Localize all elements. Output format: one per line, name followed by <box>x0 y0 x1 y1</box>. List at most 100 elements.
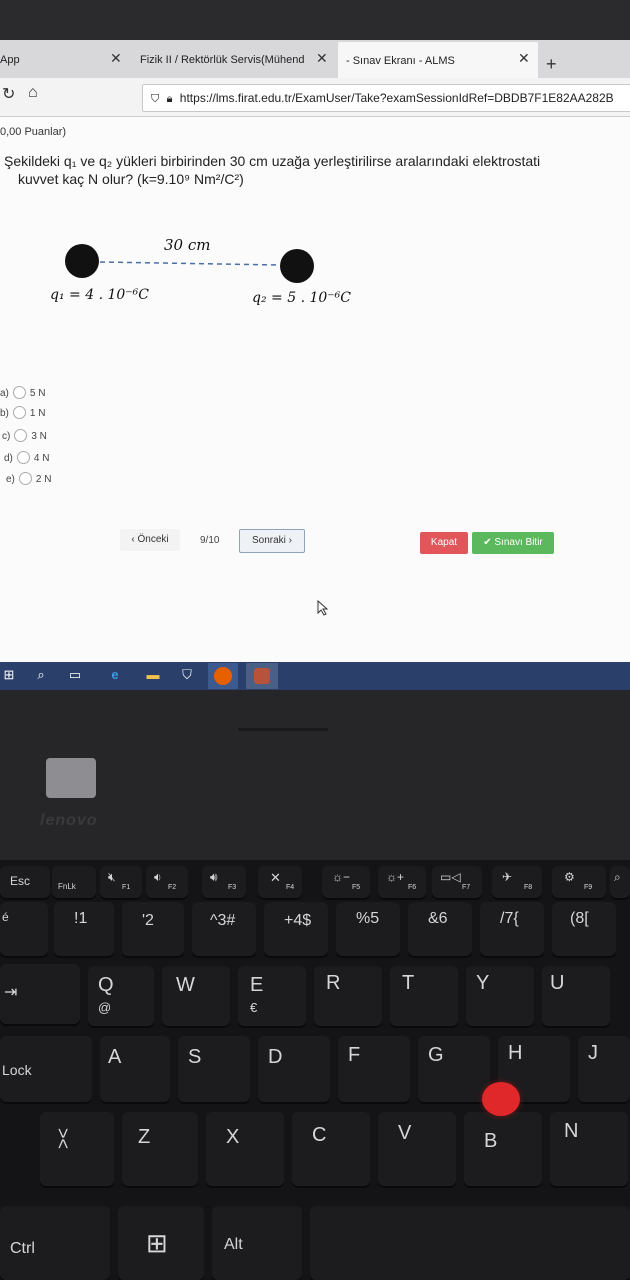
key-7[interactable]: /7{ <box>480 902 544 956</box>
tab-fizik[interactable]: Fizik II / Rektörlük Servis(Mühend <box>140 44 310 76</box>
fnlock-key[interactable]: FnLk <box>52 866 96 898</box>
app-taskbar-button[interactable] <box>246 663 278 689</box>
radio-button <box>16 451 30 464</box>
key-t[interactable]: T <box>390 966 458 1026</box>
radio-button <box>12 406 26 419</box>
q2-label: q₂ = 5 . 10⁻⁶C <box>252 290 351 306</box>
space-key[interactable] <box>310 1206 630 1280</box>
search-key[interactable]: ⌕ <box>610 866 630 898</box>
key-4[interactable]: +4$ <box>264 902 328 956</box>
q1-label: q₁ = 4 . 10⁻⁶C <box>50 287 149 303</box>
trackpoint[interactable] <box>482 1082 520 1116</box>
tab-app[interactable]: App <box>0 44 100 76</box>
firefox-icon <box>214 667 232 685</box>
charge-q2-circle <box>280 249 314 283</box>
tab-sinav-ekrani[interactable]: - Sınav Ekranı - ALMS <box>338 42 538 78</box>
key-n[interactable]: N <box>550 1112 628 1186</box>
esc-key[interactable]: Esc <box>0 866 50 898</box>
f4-key[interactable]: ✕ F4 <box>258 866 302 898</box>
search-icon[interactable]: ⌕ <box>32 666 50 684</box>
key-z[interactable]: Z <box>122 1112 198 1186</box>
new-tab-button[interactable]: + <box>546 54 557 75</box>
key-f[interactable]: F <box>338 1036 410 1102</box>
distance-line <box>99 261 281 266</box>
tab-close-icon[interactable]: ✕ <box>316 50 328 67</box>
key-a[interactable]: A <box>100 1036 170 1102</box>
search-icon: ⌕ <box>614 870 621 884</box>
settings-icon: ⚙︎ <box>564 870 575 884</box>
key-less-greater[interactable]: >< <box>40 1112 114 1186</box>
caps-lock-key[interactable]: Lock <box>0 1036 92 1102</box>
f9-key[interactable]: ⚙︎ F9 <box>552 866 606 898</box>
firefox-taskbar-button[interactable] <box>208 663 238 689</box>
home-icon[interactable]: ⌂ <box>28 84 38 102</box>
key-y[interactable]: Y <box>466 966 534 1026</box>
display-icon: ▭◁ <box>440 870 461 884</box>
f8-key[interactable]: ✈︎ F8 <box>492 866 542 898</box>
f6-key[interactable]: ☼+ F6 <box>378 866 426 898</box>
mic-mute-icon: ✕ <box>270 870 281 885</box>
airplane-icon: ✈︎ <box>502 870 513 884</box>
task-view-icon[interactable]: ▭ <box>66 666 84 684</box>
tab-close-icon[interactable]: ✕ <box>110 50 122 67</box>
key-u[interactable]: U <box>542 966 610 1026</box>
f3-key[interactable]: 🔊︎ F3 <box>202 866 246 898</box>
finish-exam-button[interactable]: ✔ Sınavı Bitir <box>472 532 554 554</box>
file-explorer-icon[interactable]: ▬ <box>144 666 162 684</box>
option-d[interactable]: d) 4 N <box>4 451 49 467</box>
key-1[interactable]: !1 <box>54 902 114 956</box>
tab-close-icon[interactable]: ✕ <box>518 50 530 67</box>
distance-label: 30 cm <box>164 236 211 254</box>
grave-key[interactable]: é <box>0 902 48 956</box>
f2-key[interactable]: 🔉︎ F2 <box>146 866 188 898</box>
ctrl-key[interactable]: Ctrl <box>0 1206 110 1280</box>
key-d[interactable]: D <box>258 1036 330 1102</box>
option-c[interactable]: c) 3 N <box>2 429 47 445</box>
option-b[interactable]: b) 1 N <box>0 406 45 422</box>
f1-key[interactable]: 🔇︎ F1 <box>100 866 142 898</box>
key-3[interactable]: ^3# <box>192 902 256 956</box>
f5-key[interactable]: ☼− F5 <box>322 866 370 898</box>
key-q[interactable]: Q @ <box>88 966 154 1026</box>
brightness-down-icon: ☼− <box>332 870 351 884</box>
option-a[interactable]: a) 5 N <box>0 386 45 402</box>
key-8[interactable]: (8[ <box>552 902 616 956</box>
f7-key[interactable]: ▭◁ F7 <box>432 866 482 898</box>
tab-key[interactable]: ⇥ <box>0 964 80 1024</box>
exam-page <box>0 117 630 663</box>
key-e[interactable]: E € <box>238 966 306 1026</box>
alt-key[interactable]: Alt <box>212 1206 302 1280</box>
reload-icon[interactable]: ↻ <box>2 84 15 104</box>
tab-arrow-icon: ⇥ <box>4 984 18 1001</box>
store-icon[interactable]: ⛉ <box>178 666 196 684</box>
key-w[interactable]: W <box>162 966 230 1026</box>
question-text-line2: kuvvet kaç N olur? (k=9.10⁹ Nm²/C²) <box>18 171 244 187</box>
key-c[interactable]: C <box>292 1112 370 1186</box>
charge-q1-circle <box>65 244 99 278</box>
option-e[interactable]: e) 2 N <box>6 472 51 488</box>
close-button[interactable]: Kapat <box>420 532 468 554</box>
lock-icon: 🔒︎ <box>166 93 173 105</box>
brightness-up-icon: ☼+ <box>386 870 405 884</box>
windows-logo-icon: ⊞ <box>146 1228 168 1258</box>
previous-button[interactable]: ‹ Önceki <box>120 529 180 551</box>
key-b[interactable]: B <box>464 1112 542 1186</box>
key-g[interactable]: G <box>418 1036 490 1102</box>
key-j[interactable]: J <box>578 1036 630 1102</box>
url-bar[interactable]: ⛉ 🔒︎ https://lms.firat.edu.tr/ExamUser/T… <box>142 84 630 112</box>
windows-key[interactable]: ⊞ <box>118 1206 204 1280</box>
app-icon <box>254 668 270 684</box>
next-button[interactable]: Sonraki › <box>239 529 305 553</box>
edge-icon[interactable]: e <box>106 666 124 684</box>
key-2[interactable]: '2 <box>122 902 184 956</box>
question-points: 0,00 Puanlar) <box>0 126 67 138</box>
key-v[interactable]: V <box>378 1112 456 1186</box>
key-x[interactable]: X <box>206 1112 284 1186</box>
bezel-slot <box>238 728 328 731</box>
key-r[interactable]: R <box>314 966 382 1026</box>
key-5[interactable]: %5 <box>336 902 400 956</box>
windows-start-icon[interactable]: ⊞ <box>0 666 18 684</box>
key-s[interactable]: S <box>178 1036 250 1102</box>
key-6[interactable]: &6 <box>408 902 472 956</box>
tab-label: - Sınav Ekranı - ALMS <box>346 55 455 67</box>
